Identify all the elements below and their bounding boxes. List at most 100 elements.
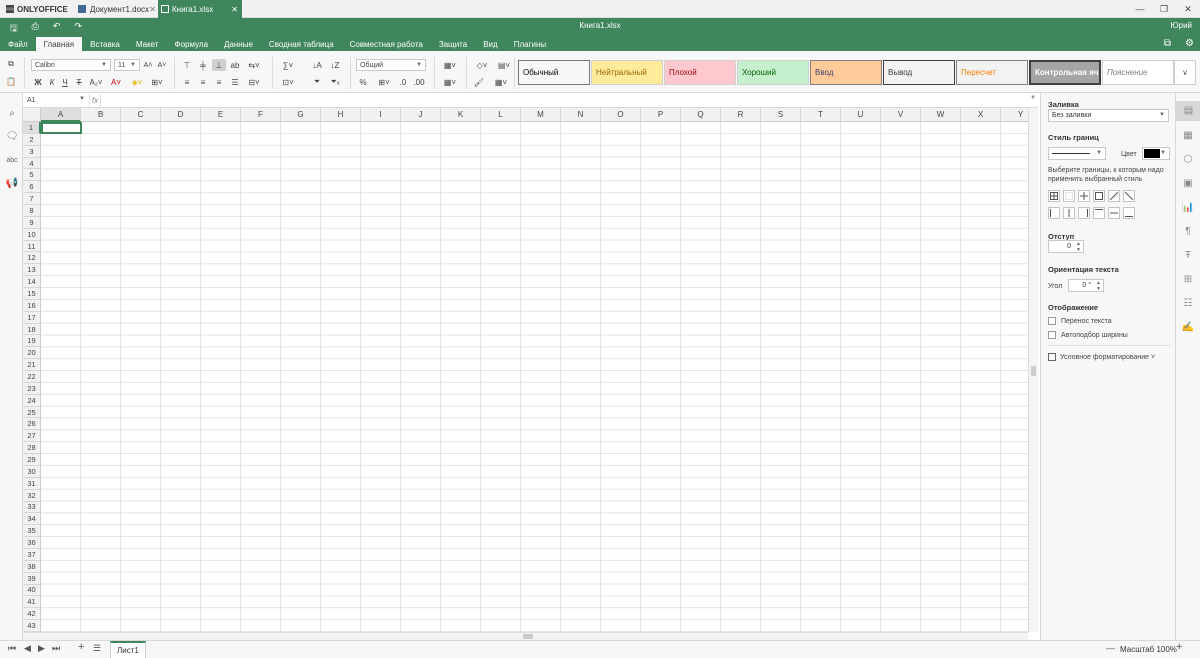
open-location-icon[interactable]: ⧉	[1164, 38, 1171, 49]
row-header[interactable]: 38	[23, 560, 41, 573]
menu-collaboration[interactable]: Совместная работа	[342, 37, 431, 51]
column-header[interactable]: P	[641, 108, 681, 122]
row-header[interactable]: 14	[23, 276, 41, 289]
row-header[interactable]: 4	[23, 157, 41, 170]
row-header[interactable]: 22	[23, 371, 41, 383]
menu-view[interactable]: Вид	[475, 37, 505, 51]
menu-data[interactable]: Данные	[216, 37, 261, 51]
border-inner-vertical-icon[interactable]	[1063, 207, 1075, 219]
row-header[interactable]: 26	[23, 418, 41, 431]
border-left-icon[interactable]	[1048, 207, 1060, 219]
last-sheet-icon[interactable]: ⏭	[52, 644, 60, 653]
settings-icon[interactable]: ⚙	[1185, 38, 1194, 49]
zoom-out-icon[interactable]: —	[1106, 644, 1115, 653]
feedback-icon[interactable]: 📢	[5, 177, 19, 191]
column-header[interactable]: T	[801, 108, 841, 122]
column-header[interactable]: X	[961, 108, 1001, 122]
row-header[interactable]: 37	[23, 548, 41, 561]
column-header[interactable]: W	[921, 108, 961, 122]
decimal-decrease-icon[interactable]: .0	[396, 76, 410, 88]
clear-icon[interactable]: ◇˅	[472, 59, 492, 71]
border-style-select[interactable]: ▼	[1048, 147, 1106, 160]
menu-insert[interactable]: Вставка	[82, 37, 128, 51]
angle-spinner[interactable]: 0 ° ▲ ▼	[1068, 279, 1104, 292]
menu-layout[interactable]: Макет	[128, 37, 167, 51]
row-header[interactable]: 19	[23, 335, 41, 348]
row-header[interactable]: 18	[23, 323, 41, 336]
column-header[interactable]: I	[361, 108, 401, 122]
user-name[interactable]: Юрий	[1171, 21, 1192, 30]
select-all-corner[interactable]	[23, 108, 41, 122]
border-diag-up-icon[interactable]	[1108, 190, 1120, 202]
border-inner-horizontal-icon[interactable]	[1108, 207, 1120, 219]
row-header[interactable]: 10	[23, 228, 41, 241]
scrollbar-thumb[interactable]	[523, 634, 533, 639]
insert-function-icon[interactable]: fx	[89, 94, 101, 107]
wrap-text-checkbox[interactable]	[1048, 317, 1056, 325]
prev-sheet-icon[interactable]: ◀	[24, 644, 31, 653]
conditional-format-button[interactable]: Условное форматирование ˅	[1048, 353, 1155, 362]
column-header[interactable]: K	[441, 108, 481, 122]
borders-icon[interactable]: ⊞˅	[148, 76, 166, 88]
fill-color-icon[interactable]: ◈˅	[128, 76, 146, 88]
strikethrough-button[interactable]: Т	[72, 76, 86, 88]
row-header[interactable]: 33	[23, 501, 41, 514]
spinner-arrows-icon[interactable]: ▲ ▼	[1096, 280, 1101, 292]
wrap-text-icon[interactable]: ⇆˅	[244, 59, 264, 71]
align-bottom-icon[interactable]: ⊥	[212, 59, 226, 71]
row-header[interactable]: 42	[23, 608, 41, 621]
scrollbar-thumb[interactable]	[1031, 366, 1036, 376]
column-header[interactable]: Q	[681, 108, 721, 122]
active-cell-a1[interactable]	[41, 122, 82, 134]
menu-plugins[interactable]: Плагины	[506, 37, 554, 51]
border-outer-icon[interactable]	[1093, 190, 1105, 202]
column-header[interactable]: R	[721, 108, 761, 122]
align-justify-icon[interactable]: ☰	[228, 76, 242, 88]
styles-more-chevron-icon[interactable]: ∨	[1174, 60, 1196, 85]
border-all-icon[interactable]	[1048, 190, 1060, 202]
slicer-settings-icon[interactable]: ☷	[1181, 297, 1195, 311]
row-header[interactable]: 25	[23, 406, 41, 419]
sheet-tab-list1[interactable]: Лист1	[110, 641, 146, 658]
row-header[interactable]: 6	[23, 181, 41, 194]
spinner-arrows-icon[interactable]: ▲ ▼	[1076, 241, 1081, 253]
pivot-settings-icon[interactable]: ⊞	[1181, 273, 1195, 287]
underline-button[interactable]: Ч	[58, 76, 72, 88]
restore-icon[interactable]: ❐	[1152, 0, 1176, 18]
column-header[interactable]: M	[521, 108, 561, 122]
font-color-icon[interactable]: A˅	[107, 76, 125, 88]
paragraph-settings-icon[interactable]: ¶	[1181, 225, 1195, 239]
cell-style-explanatory[interactable]: Пояснение	[1102, 60, 1174, 85]
cells-area[interactable]	[41, 122, 1038, 632]
row-header[interactable]: 29	[23, 454, 41, 466]
column-header[interactable]: H	[321, 108, 361, 122]
row-header[interactable]: 17	[23, 311, 41, 324]
column-header[interactable]: D	[161, 108, 201, 122]
menu-file[interactable]: Файл	[0, 37, 36, 51]
indent-spinner[interactable]: 0 ▲ ▼	[1048, 240, 1084, 253]
row-header[interactable]: 7	[23, 193, 41, 206]
shape-settings-icon[interactable]: ⬡	[1181, 153, 1195, 167]
paste-icon[interactable]: 📋	[4, 75, 18, 87]
cell-settings-icon[interactable]: ▤	[1176, 101, 1200, 121]
bold-button[interactable]: Ж	[31, 76, 45, 88]
next-sheet-icon[interactable]: ▶	[38, 644, 45, 653]
cell-style-good[interactable]: Хороший	[737, 60, 809, 85]
window-close-icon[interactable]: ✕	[1176, 0, 1200, 18]
column-header[interactable]: S	[761, 108, 801, 122]
insert-cells-icon[interactable]: ▦˅	[440, 59, 460, 71]
cell-style-output[interactable]: Вывод	[883, 60, 955, 85]
currency-icon[interactable]: ⊞˅	[374, 76, 394, 88]
italic-button[interactable]: К	[45, 76, 59, 88]
column-header[interactable]: O	[601, 108, 641, 122]
sort-desc-icon[interactable]: ↓Z	[328, 59, 342, 71]
menu-protection[interactable]: Защита	[431, 37, 475, 51]
chart-settings-icon[interactable]: 📊	[1181, 201, 1195, 215]
autofit-checkbox[interactable]	[1048, 331, 1056, 339]
row-header[interactable]: 27	[23, 430, 41, 443]
border-bottom-icon[interactable]	[1123, 207, 1135, 219]
column-header[interactable]: U	[841, 108, 881, 122]
number-format-select[interactable]: Общий ▼	[356, 59, 426, 71]
row-header[interactable]: 40	[23, 584, 41, 597]
column-header[interactable]: A	[41, 108, 81, 122]
